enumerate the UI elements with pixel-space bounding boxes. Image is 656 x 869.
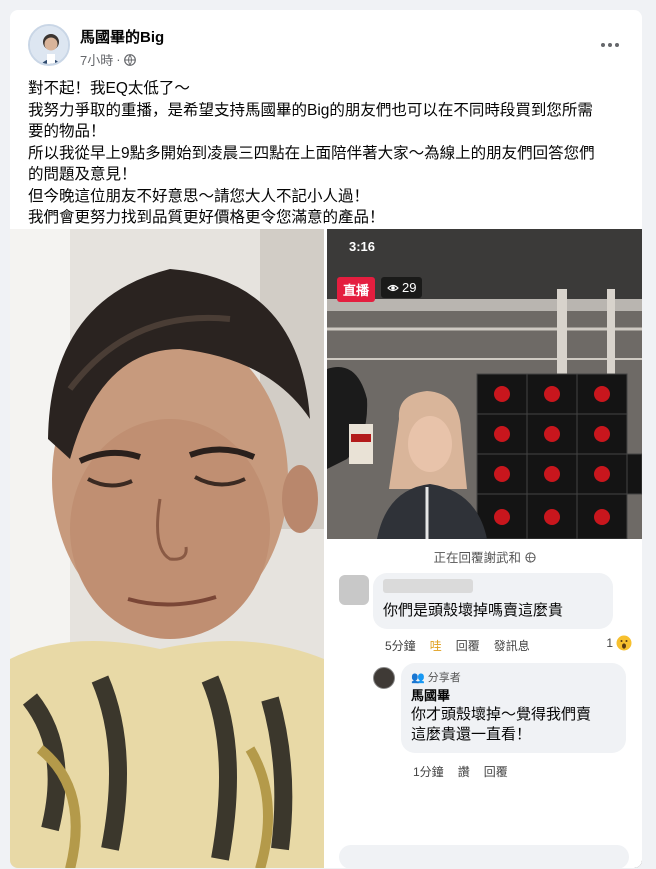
replying-to-text: 正在回覆謝武和 [433,551,522,565]
more-dot-icon [615,43,619,47]
selfie-photo[interactable] [10,229,324,868]
post-header: 馬國畢的Big 7小時 · [24,20,624,72]
page-avatar[interactable] [373,667,395,689]
globe-icon [123,53,136,66]
post-line: 要的物品！ [28,123,106,140]
globe-icon [524,552,536,563]
more-dot-icon [608,43,612,47]
post-line: 我們會更努力找到品質更好價格更令您滿意的產品！ [28,209,385,226]
more-options-button[interactable] [596,38,624,52]
live-badge: 直播 [337,277,376,302]
meta-separator: · [116,52,121,67]
post-line: 所以我從早上9點多開始到凌晨三四點在上面陪伴著大家～為線上的朋友們回答您們 [28,144,595,162]
comment-time: 5分鐘 [385,639,416,653]
author-avatar[interactable] [28,24,70,66]
reply-bubble: 👥 分享者 馬國畢 你才頭殼壞掉～覺得我們賣 這麼貴還一直看！ [401,663,626,753]
reply-text-line2: 這麼貴還一直看！ [411,726,532,743]
post-line: 對不起！我EQ太低了～ [28,80,190,97]
commenter-name-blurred [383,579,473,593]
livestream-screenshot[interactable]: 3:16 直播 29 正在回覆謝武和 你們是頭殼壞掉嗎賣這麼貴 5分鐘 哇 回覆… [327,229,642,868]
sharer-icon: 👥 [411,672,425,684]
sharer-badge-text: 分享者 [427,672,461,684]
post-time[interactable]: 7小時 [80,50,113,69]
status-time: 3:16 [349,239,376,254]
reply-author[interactable]: 馬國畢 [411,685,450,704]
post-line: 但今晚這位朋友不好意思～請您大人不記小人過！ [28,187,370,205]
reply-actions: 1分鐘 讚 回覆 [413,763,508,780]
post-card: 馬國畢的Big 7小時 · 對不起！我EQ太低了～ 我努力爭取的重播，是希望支持… [10,10,642,868]
viewer-count: 29 [381,277,423,298]
viewer-count-value: 29 [402,280,417,295]
eye-icon [387,284,399,291]
reply-time: 1分鐘 [413,765,444,779]
sharer-badge: 👥 分享者 [411,669,461,685]
message-link[interactable]: 發訊息 [494,637,530,654]
reaction-count: 1 [606,635,632,651]
replying-to: 正在回覆謝武和 [327,547,642,566]
reaction-label[interactable]: 哇 [430,637,442,654]
commenter-avatar-blurred [339,575,369,605]
post-line: 的問題及意見！ [28,166,137,183]
more-dot-icon [601,43,605,47]
wow-emoji-icon [616,635,632,651]
post-line: 我努力爭取的重播，是希望支持馬國畢的Big的朋友們也可以在不同時段買到您所需 [28,101,593,119]
comment-input[interactable] [339,845,629,868]
comment-text: 你們是頭殼壞掉嗎賣這麼貴 [383,602,564,619]
reply-link[interactable]: 回覆 [456,637,480,654]
comment-panel: 正在回覆謝武和 你們是頭殼壞掉嗎賣這麼貴 5分鐘 哇 回覆 發訊息 1 👥 分享… [327,539,642,868]
comment-actions: 5分鐘 哇 回覆 發訊息 [385,637,530,654]
reply-link[interactable]: 回覆 [484,763,508,780]
comment-bubble: 你們是頭殼壞掉嗎賣這麼貴 [373,573,613,629]
post-meta: 7小時 · [80,50,136,69]
reply-text-line1: 你才頭殼壞掉～覺得我們賣 [411,706,592,723]
like-link[interactable]: 讚 [458,763,470,780]
post-text: 對不起！我EQ太低了～ 我努力爭取的重播，是希望支持馬國畢的Big的朋友們也可以… [28,78,628,229]
reaction-count-value: 1 [606,636,613,650]
author-name[interactable]: 馬國畢的Big [80,26,164,47]
